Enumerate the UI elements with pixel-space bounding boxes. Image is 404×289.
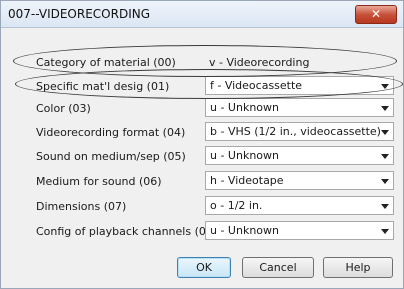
field-row-dimensions: Dimensions (07) o - 1/2 in. (1, 196, 404, 218)
select-value-specific-material: f - Videocassette (210, 79, 303, 92)
select-specific-material[interactable]: f - Videocassette (205, 76, 394, 95)
field-row-category: Category of material (00) v - Videorecor… (1, 52, 404, 74)
chevron-down-icon (381, 179, 389, 184)
field-label-specific-material: Specific mat'l desig (01) (36, 80, 170, 93)
field-label-dimensions: Dimensions (07) (36, 200, 127, 213)
select-value-playback-channels: u - Unknown (210, 224, 279, 237)
field-row-playback-channels: Config of playback channels (08) u - Unk… (1, 221, 404, 243)
field-label-playback-channels: Config of playback channels (08) (36, 225, 218, 238)
field-row-videorecording-format: Videorecording format (04) b - VHS (1/2 … (1, 122, 404, 144)
select-sound-on-medium[interactable]: u - Unknown (205, 146, 394, 165)
select-dimensions[interactable]: o - 1/2 in. (205, 196, 394, 215)
select-color[interactable]: u - Unknown (205, 98, 394, 117)
ok-button[interactable]: OK (177, 257, 231, 278)
help-button[interactable]: Help (323, 257, 393, 278)
select-value-sound-on-medium: u - Unknown (210, 149, 279, 162)
chevron-down-icon (381, 106, 389, 111)
close-button[interactable]: ✕ (355, 5, 397, 24)
field-label-videorecording-format: Videorecording format (04) (36, 126, 186, 139)
field-row-color: Color (03) u - Unknown (1, 98, 404, 120)
chevron-down-icon (381, 229, 389, 234)
select-value-medium-for-sound: h - Videotape (210, 174, 284, 187)
field-row-specific-material: Specific mat'l desig (01) f - Videocasse… (1, 76, 404, 98)
chevron-down-icon (381, 130, 389, 135)
field-label-sound-on-medium: Sound on medium/sep (05) (36, 150, 186, 163)
field-label-category: Category of material (00) (36, 56, 176, 69)
close-icon: ✕ (370, 7, 382, 21)
field-row-medium-for-sound: Medium for sound (06) h - Videotape (1, 171, 404, 193)
chevron-down-icon (381, 154, 389, 159)
field-label-color: Color (03) (36, 102, 91, 115)
field-row-sound-on-medium: Sound on medium/sep (05) u - Unknown (1, 146, 404, 168)
select-medium-for-sound[interactable]: h - Videotape (205, 171, 394, 190)
dialog-window: 007--VIDEORECORDING ✕ Category of materi… (0, 0, 404, 289)
field-label-medium-for-sound: Medium for sound (06) (36, 175, 162, 188)
field-value-category: v - Videorecording (209, 56, 310, 69)
dialog-title: 007--VIDEORECORDING (8, 7, 151, 21)
select-videorecording-format[interactable]: b - VHS (1/2 in., videocassette) (205, 122, 394, 141)
select-playback-channels[interactable]: u - Unknown (205, 221, 394, 240)
select-value-videorecording-format: b - VHS (1/2 in., videocassette) (210, 125, 381, 138)
select-value-dimensions: o - 1/2 in. (210, 199, 263, 212)
chevron-down-icon (381, 204, 389, 209)
select-value-color: u - Unknown (210, 101, 279, 114)
chevron-down-icon (381, 84, 389, 89)
cancel-button[interactable]: Cancel (242, 257, 314, 278)
title-bar: 007--VIDEORECORDING ✕ (1, 1, 403, 28)
